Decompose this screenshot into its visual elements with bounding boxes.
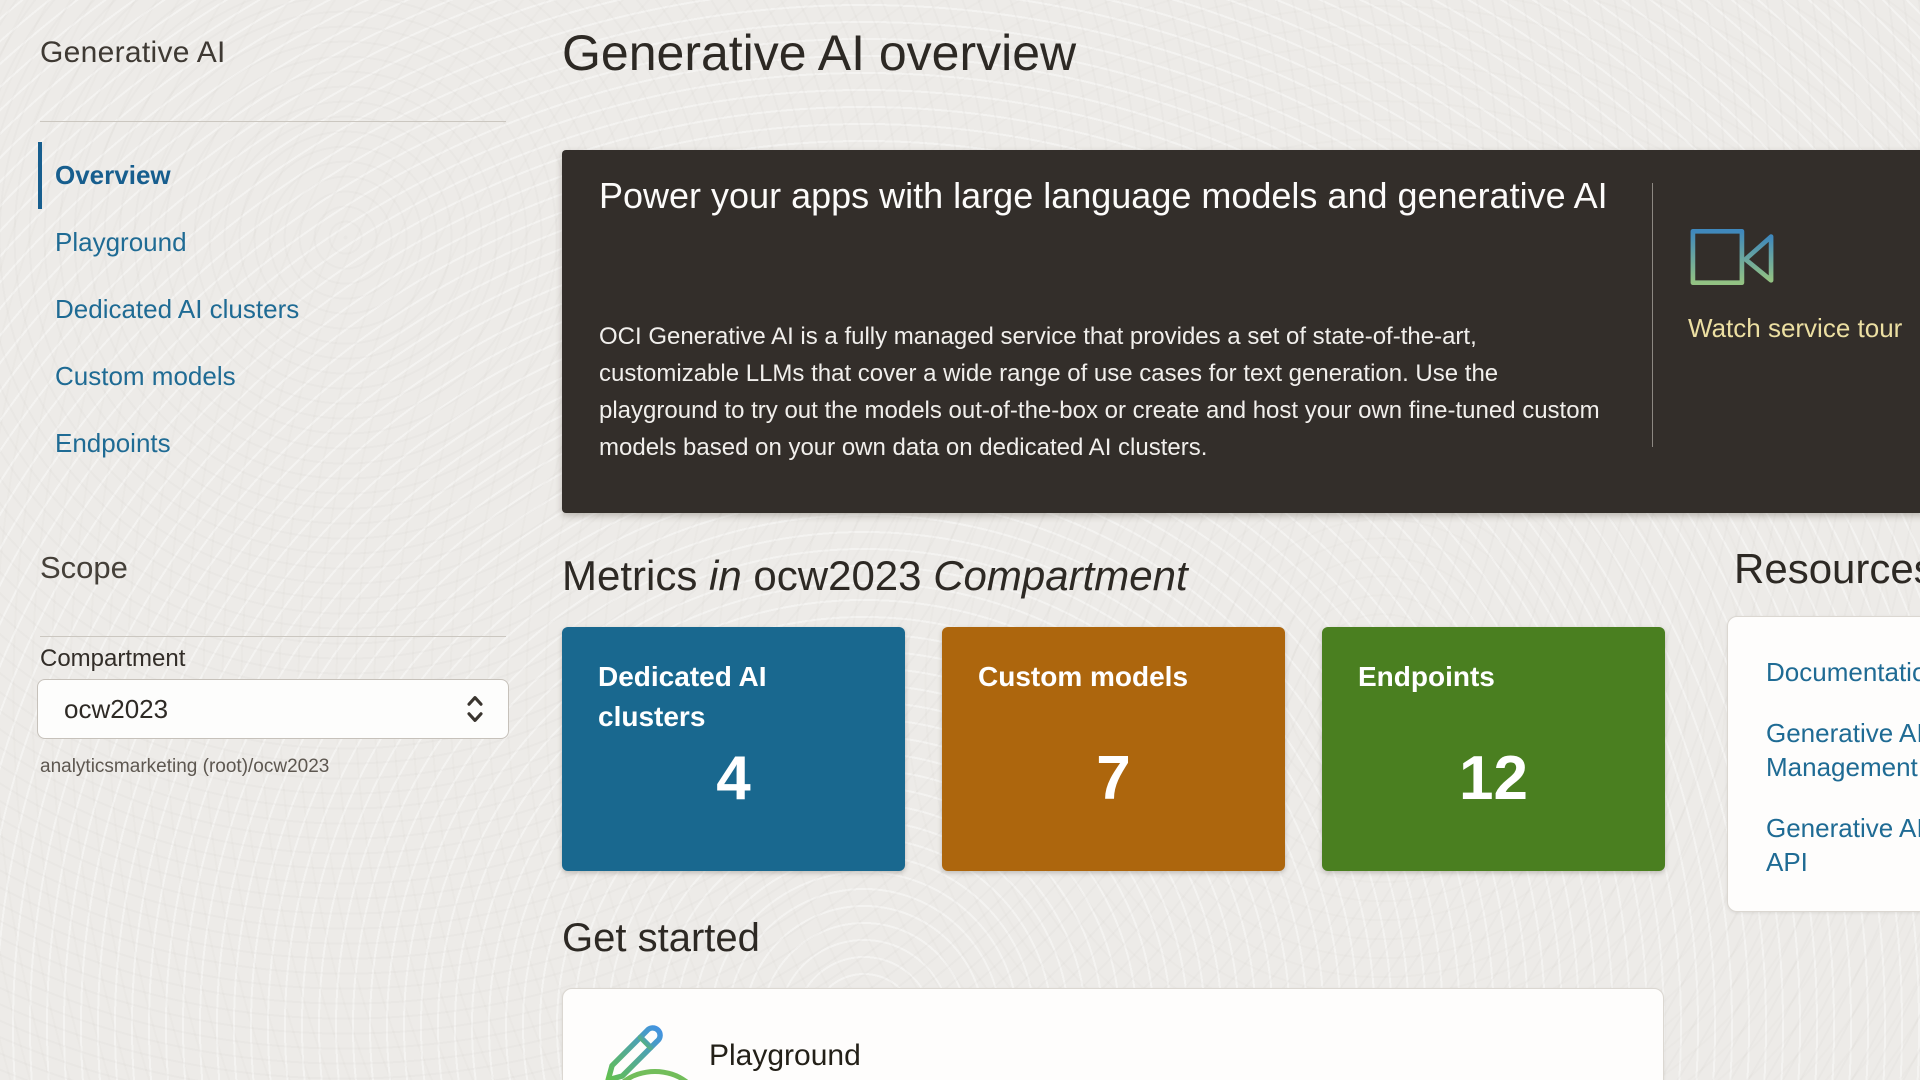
watch-service-tour-label: Watch service tour bbox=[1688, 313, 1920, 344]
sidebar-item-playground[interactable]: Playground bbox=[38, 209, 500, 276]
metric-card-value: 12 bbox=[1322, 743, 1665, 814]
sidebar-divider bbox=[40, 121, 506, 122]
compartment-label: Compartment bbox=[40, 645, 185, 673]
sidebar-item-label: Playground bbox=[55, 227, 187, 258]
get-started-heading: Get started bbox=[562, 916, 760, 961]
metrics-heading-word: ocw2023 bbox=[753, 552, 921, 599]
metrics-heading-word: Metrics bbox=[562, 552, 697, 599]
metric-card-label: Endpoints bbox=[1358, 657, 1598, 697]
metrics-heading-word: Compartment bbox=[933, 552, 1187, 599]
banner-description: OCI Generative AI is a fully managed ser… bbox=[599, 318, 1619, 466]
scope-divider bbox=[40, 636, 506, 637]
sidebar-item-label: Dedicated AI clusters bbox=[55, 294, 299, 325]
list-item: Generative AI API bbox=[1766, 811, 1920, 879]
metric-card-value: 7 bbox=[942, 743, 1285, 814]
get-started-playground-card[interactable]: Playground bbox=[562, 988, 1664, 1080]
sidebar-item-label: Custom models bbox=[55, 361, 236, 392]
list-item: Generative AI Management bbox=[1766, 716, 1920, 784]
sidebar-item-label: Overview bbox=[55, 160, 171, 191]
documentation-link[interactable]: Documentation bbox=[1766, 657, 1920, 687]
sidebar-title: Generative AI bbox=[40, 36, 226, 70]
sidebar-item-custom-models[interactable]: Custom models bbox=[38, 343, 500, 410]
metric-cards: Dedicated AI clusters 4 Custom models 7 … bbox=[562, 627, 1665, 871]
resources-heading: Resources bbox=[1734, 545, 1920, 593]
watch-service-tour-link[interactable]: Watch service tour bbox=[1688, 222, 1920, 344]
sidebar-item-dedicated-ai-clusters[interactable]: Dedicated AI clusters bbox=[38, 276, 500, 343]
generative-ai-management-link[interactable]: Generative AI Management bbox=[1766, 718, 1920, 782]
resources-links: Documentation Generative AI Management G… bbox=[1728, 617, 1920, 879]
banner-heading: Power your apps with large language mode… bbox=[599, 170, 1649, 222]
metric-card-value: 4 bbox=[562, 743, 905, 814]
service-banner: Power your apps with large language mode… bbox=[562, 150, 1920, 513]
up-down-stepper-icon bbox=[460, 691, 490, 727]
metric-card-custom-models[interactable]: Custom models 7 bbox=[942, 627, 1285, 871]
metric-card-label: Dedicated AI clusters bbox=[598, 657, 838, 737]
compartment-select[interactable]: ocw2023 bbox=[37, 679, 509, 739]
scope-heading: Scope bbox=[40, 550, 128, 586]
metrics-heading-word: in bbox=[709, 552, 742, 599]
get-started-playground-label: Playground bbox=[709, 1039, 861, 1073]
sidebar-item-overview[interactable]: Overview bbox=[38, 142, 500, 209]
metric-card-dedicated-ai-clusters[interactable]: Dedicated AI clusters 4 bbox=[562, 627, 905, 871]
resources-panel: Documentation Generative AI Management G… bbox=[1727, 616, 1920, 912]
compartment-path: analyticsmarketing (root)/ocw2023 bbox=[40, 756, 329, 778]
metrics-heading: Metrics in ocw2023 Compartment bbox=[562, 552, 1188, 600]
video-camera-icon bbox=[1688, 222, 1776, 292]
generative-ai-api-link[interactable]: Generative AI API bbox=[1766, 813, 1920, 877]
page-title: Generative AI overview bbox=[562, 24, 1076, 82]
metric-card-label: Custom models bbox=[978, 657, 1218, 697]
compartment-select-value: ocw2023 bbox=[64, 694, 168, 725]
metric-card-endpoints[interactable]: Endpoints 12 bbox=[1322, 627, 1665, 871]
sidebar-nav: Overview Playground Dedicated AI cluster… bbox=[38, 142, 500, 477]
sidebar-item-endpoints[interactable]: Endpoints bbox=[38, 410, 500, 477]
sidebar-item-label: Endpoints bbox=[55, 428, 171, 459]
list-item: Documentation bbox=[1766, 655, 1920, 689]
banner-divider bbox=[1652, 183, 1653, 447]
